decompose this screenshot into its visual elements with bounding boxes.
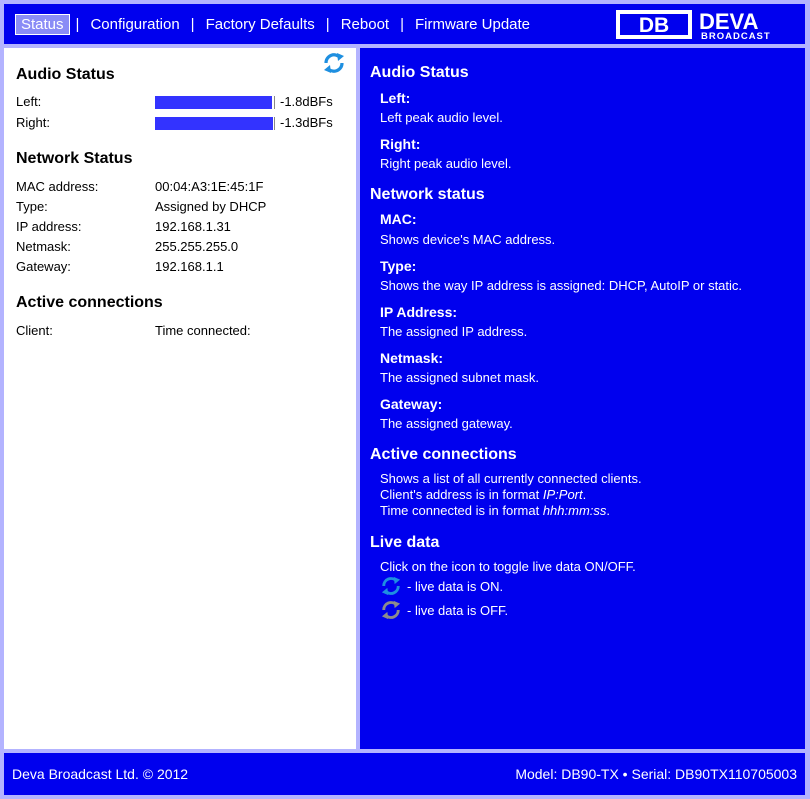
- audio-left-meter: [155, 96, 275, 109]
- footer-bar: Deva Broadcast Ltd. © 2012 Model: DB90-T…: [4, 753, 805, 795]
- help-connections-line3: Time connected is in format hhh:mm:ss.: [380, 503, 610, 518]
- network-label: Gateway:: [16, 259, 71, 274]
- help-connections-title: Active connections: [370, 446, 517, 463]
- help-live-on-text: - live data is ON.: [407, 578, 504, 594]
- network-value: Assigned by DHCP: [155, 199, 267, 214]
- help-right-title: Right:: [380, 136, 421, 152]
- logo-mark: DB: [639, 14, 669, 37]
- help-type-text: Shows the way IP address is assigned: DH…: [380, 278, 743, 293]
- nav-separator: |: [190, 15, 195, 33]
- help-live-off-row: - live data is OFF.: [380, 600, 508, 620]
- refresh-icon[interactable]: [322, 52, 346, 74]
- nav-firmware-update[interactable]: Firmware Update: [410, 15, 535, 34]
- refresh-off-icon: [381, 600, 401, 620]
- help-mac-title: MAC:: [380, 211, 417, 227]
- footer-model-serial: Model: DB90-TX • Serial: DB90TX110705003: [515, 766, 797, 782]
- network-status-title: Network Status: [16, 150, 133, 167]
- nav-separator: |: [400, 15, 404, 33]
- audio-right-label: Right:: [16, 115, 50, 130]
- help-audio-title: Audio Status: [370, 64, 469, 81]
- network-row-type: Type: Assigned by DHCP: [16, 199, 346, 217]
- help-live-on-row: - live data is ON.: [380, 576, 503, 596]
- help-text-part: .: [606, 503, 611, 518]
- main-nav: Status | Configuration | Factory Default…: [15, 13, 535, 35]
- help-live-off-text: - live data is OFF.: [407, 602, 509, 618]
- header-bar: Status | Configuration | Factory Default…: [4, 4, 805, 44]
- network-value: 192.168.1.1: [155, 259, 224, 274]
- logo-sub: BROADCAST: [701, 31, 771, 41]
- help-ip-text: The assigned IP address.: [380, 324, 528, 339]
- help-netmask-title: Netmask:: [380, 350, 444, 366]
- help-mac-text: Shows device's MAC address.: [380, 232, 556, 247]
- connections-time-header: Time connected:: [155, 323, 251, 338]
- nav-status[interactable]: Status: [15, 13, 70, 35]
- help-left-text: Left peak audio level.: [380, 110, 503, 125]
- help-connections-line1: Shows a list of all currently connected …: [380, 471, 642, 486]
- network-row-netmask: Netmask: 255.255.255.0: [16, 239, 346, 257]
- active-connections-title: Active connections: [16, 294, 163, 311]
- connections-client-header: Client:: [16, 323, 53, 338]
- help-format: IP:Port: [542, 487, 583, 502]
- nav-factory-defaults[interactable]: Factory Defaults: [201, 15, 320, 34]
- refresh-on-icon: [381, 576, 401, 596]
- network-value: 192.168.1.31: [155, 219, 231, 234]
- audio-right-meter: [155, 117, 275, 130]
- network-label: MAC address:: [16, 179, 99, 194]
- audio-left-row: Left: -1.8dBFs: [16, 94, 346, 112]
- help-ip-title: IP Address:: [380, 304, 458, 320]
- nav-configuration[interactable]: Configuration: [85, 15, 184, 34]
- help-left-title: Left:: [380, 90, 411, 106]
- nav-separator: |: [325, 15, 330, 33]
- network-label: Netmask:: [16, 239, 71, 254]
- connections-header-row: Client: Time connected:: [16, 323, 346, 341]
- help-type-title: Type:: [380, 258, 417, 274]
- nav-separator: |: [75, 15, 80, 33]
- help-network-title: Network status: [370, 186, 485, 203]
- audio-left-label: Left:: [16, 94, 42, 109]
- help-format: hhh:mm:ss: [542, 503, 607, 518]
- network-row-mac: MAC address: 00:04:A3:1E:45:1F: [16, 179, 346, 197]
- help-live-title: Live data: [370, 534, 440, 551]
- help-panel: Audio Status Left: Left peak audio level…: [360, 48, 805, 749]
- network-value: 00:04:A3:1E:45:1F: [155, 179, 264, 194]
- help-text-part: .: [582, 487, 587, 502]
- help-gateway-text: The assigned gateway.: [380, 416, 513, 431]
- audio-status-title: Audio Status: [16, 66, 115, 83]
- footer-copyright: Deva Broadcast Ltd. © 2012: [12, 766, 189, 782]
- network-label: Type:: [16, 199, 48, 214]
- status-panel: Audio Status Left: -1.8dBFs Right: -1.3d…: [4, 48, 356, 749]
- network-value: 255.255.255.0: [155, 239, 239, 254]
- help-right-text: Right peak audio level.: [380, 156, 512, 171]
- help-text-part: Time connected is in format: [380, 503, 543, 518]
- help-netmask-text: The assigned subnet mask.: [380, 370, 539, 385]
- help-gateway-title: Gateway:: [380, 396, 443, 412]
- help-text-part: Client's address is in format: [380, 487, 543, 502]
- deva-logo: DB DEVA BROADCAST: [616, 9, 771, 41]
- help-connections-line2: Client's address is in format IP:Port.: [380, 487, 586, 502]
- help-live-text: Click on the icon to toggle live data ON…: [380, 559, 636, 574]
- network-row-gateway: Gateway: 192.168.1.1: [16, 259, 346, 277]
- network-label: IP address:: [16, 219, 82, 234]
- nav-reboot[interactable]: Reboot: [336, 15, 394, 34]
- audio-right-value: -1.3dBFs: [280, 115, 333, 130]
- audio-left-value: -1.8dBFs: [280, 94, 333, 109]
- network-row-ip: IP address: 192.168.1.31: [16, 219, 346, 237]
- audio-right-row: Right: -1.3dBFs: [16, 115, 346, 133]
